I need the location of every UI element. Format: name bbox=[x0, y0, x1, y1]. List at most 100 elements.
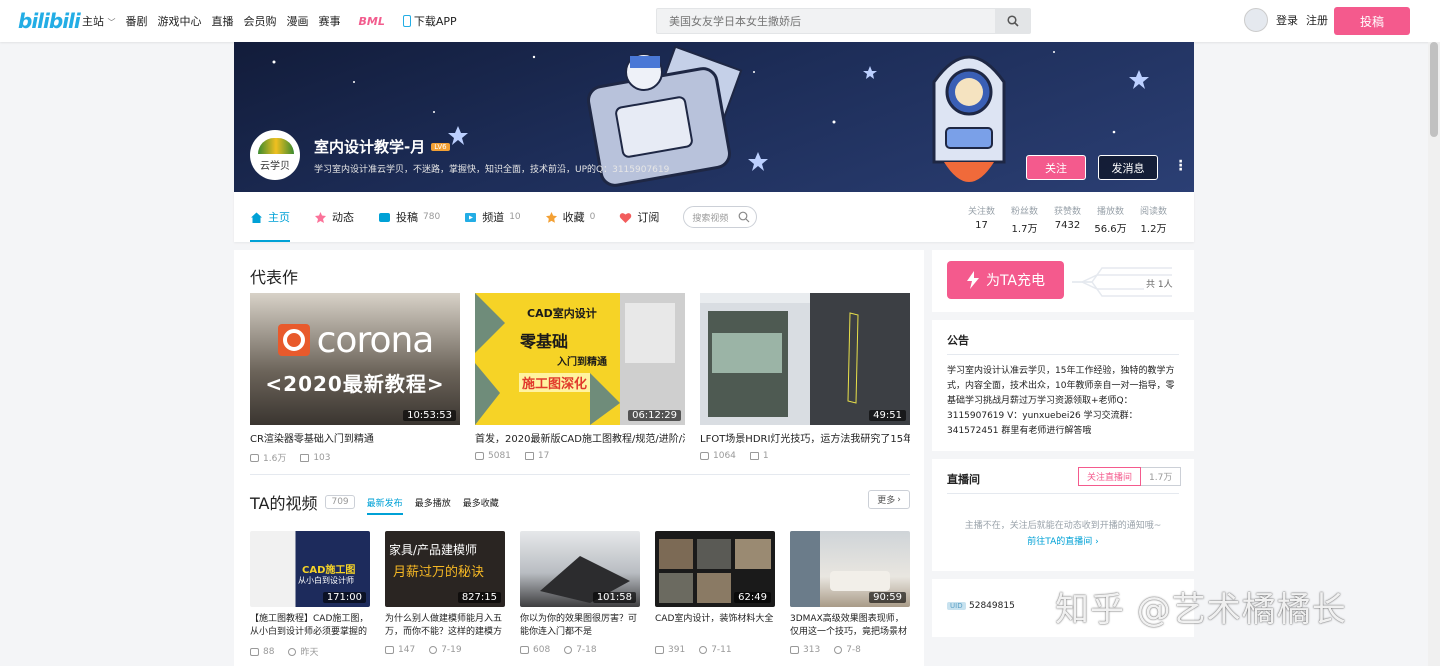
stat-likes: 获赞数 7432 bbox=[1053, 207, 1081, 231]
nav-item-manga[interactable]: 漫画 bbox=[287, 13, 309, 29]
clock-icon bbox=[429, 646, 438, 654]
featured-video-card[interactable]: CAD室内设计 零基础 入门到精通 施工图深化 06:12:29 首发，2020… bbox=[475, 293, 685, 461]
search-icon bbox=[1006, 15, 1019, 27]
tab-home[interactable]: 主页 bbox=[250, 192, 290, 242]
charge-button[interactable]: 为TA充电 bbox=[947, 261, 1064, 299]
search-box bbox=[656, 8, 1031, 34]
more-options-icon[interactable]: · · · bbox=[1178, 155, 1183, 177]
up-signature: 学习室内设计准云学贝，不迷路，掌握快，知识全面，技术前沿，UP的Q：311590… bbox=[314, 165, 670, 175]
search-button[interactable] bbox=[995, 9, 1030, 33]
video-thumbnail[interactable]: CAD施工图 从小白到设计师 171:00 bbox=[250, 531, 370, 607]
nav-item-live[interactable]: 直播 bbox=[212, 13, 234, 29]
up-avatar[interactable]: 云学贝 bbox=[250, 130, 300, 180]
video-card[interactable]: 101:58 你以为你的效果图很厉害？可能你连入门都不是 608 7-18 bbox=[520, 531, 640, 655]
video-title[interactable]: 你以为你的效果图很厉害？可能你连入门都不是 bbox=[520, 613, 640, 639]
live-panel: 直播间 关注直播间 1.7万 主播不在，关注后就能在动态收到开播的通知哦~ 前往… bbox=[932, 459, 1194, 571]
up-name-text: 室内设计教学-月 bbox=[314, 138, 426, 156]
video-thumbnail[interactable]: 101:58 bbox=[520, 531, 640, 607]
uid-value: 52849815 bbox=[969, 601, 1015, 611]
tab-subscriptions[interactable]: 订阅 bbox=[619, 192, 659, 242]
level-badge: LV6 bbox=[431, 142, 450, 151]
video-card[interactable]: CAD施工图 从小白到设计师 171:00 【施工图教程】CAD施工图，从小白到… bbox=[250, 531, 370, 658]
nav-item-anime[interactable]: 番剧 bbox=[126, 13, 148, 29]
tab-dynamic[interactable]: 动态 bbox=[314, 192, 354, 242]
video-thumbnail[interactable]: corona <2020最新教程> 10:53:53 bbox=[250, 293, 460, 425]
video-thumbnail[interactable]: CAD室内设计 零基础 入门到精通 施工图深化 06:12:29 bbox=[475, 293, 685, 425]
video-title[interactable]: CR渲染器零基础入门到精通 bbox=[250, 430, 460, 445]
video-title[interactable]: 为什么别人做建模师能月入五万，而你不能？这样的建模方 bbox=[385, 613, 505, 639]
message-button[interactable]: 发消息 bbox=[1098, 155, 1158, 180]
featured-video-card[interactable]: 49:51 LFOT场景HDRI灯光技巧，运方法我研究了15年 1064 1 bbox=[700, 293, 910, 461]
play-icon bbox=[700, 452, 709, 460]
user-area: 登录 注册 bbox=[1244, 8, 1328, 32]
zhihu-watermark: 知乎 @艺术橘橘长 bbox=[1055, 590, 1347, 630]
nav-item-esports[interactable]: 赛事 bbox=[319, 13, 341, 29]
play-count: 147 bbox=[385, 645, 415, 655]
search-icon bbox=[738, 211, 750, 223]
clock-icon bbox=[564, 646, 573, 654]
video-title[interactable]: 首发，2020最新版CAD施工图教程/规范/进阶/深化/ bbox=[475, 430, 685, 445]
scrollbar-thumb[interactable] bbox=[1430, 42, 1438, 137]
section-divider bbox=[250, 474, 910, 475]
nav-item-mall[interactable]: 会员购 bbox=[244, 13, 277, 29]
video-title[interactable]: CAD室内设计，装饰材料大全 bbox=[655, 613, 775, 639]
follow-button[interactable]: 关注 bbox=[1026, 155, 1086, 180]
video-card[interactable]: 90:59 3DMAX高级效果图表现师，仅用这一个技巧，竟把场景材 313 7-… bbox=[790, 531, 910, 655]
user-avatar[interactable] bbox=[1244, 8, 1268, 32]
star-icon bbox=[545, 211, 557, 223]
scrollbar[interactable] bbox=[1428, 42, 1440, 666]
video-title[interactable]: 3DMAX高级效果图表现师，仅用这一个技巧，竟把场景材 bbox=[790, 613, 910, 639]
play-count: 5081 bbox=[475, 451, 511, 461]
video-card[interactable]: 家具/产品建模师 月薪过万的秘诀 827:15 为什么别人做建模师能月入五万，而… bbox=[385, 531, 505, 655]
go-live-room-link[interactable]: 前往TA的直播间 › bbox=[932, 534, 1194, 547]
duration-badge: 62:49 bbox=[734, 592, 771, 603]
video-thumbnail[interactable]: 90:59 bbox=[790, 531, 910, 607]
stat-following[interactable]: 关注数 17 bbox=[960, 204, 1003, 235]
follow-live-button[interactable]: 关注直播间 bbox=[1078, 467, 1142, 486]
nav-item-bml[interactable]: BML bbox=[359, 15, 385, 28]
stat-reads: 阅读数 1.2万 bbox=[1139, 207, 1167, 235]
notice-title: 公告 bbox=[947, 334, 969, 347]
tab-favorites[interactable]: 收藏 0 bbox=[545, 192, 595, 242]
featured-video-card[interactable]: corona <2020最新教程> 10:53:53 CR渲染器零基础入门到精通… bbox=[250, 293, 460, 464]
bilibili-logo[interactable]: bilibili bbox=[18, 9, 81, 33]
nav-item-download-app[interactable]: 下载APP bbox=[402, 13, 457, 29]
video-search-input[interactable]: 搜索视频 bbox=[683, 206, 758, 228]
up-name: 室内设计教学-月 LV6 bbox=[314, 136, 450, 157]
nav-item-main[interactable]: 主站 ﹀ bbox=[82, 13, 116, 29]
live-title: 直播间 bbox=[947, 473, 980, 486]
duration-badge: 10:53:53 bbox=[403, 410, 456, 421]
play-icon bbox=[250, 647, 259, 656]
video-title[interactable]: LFOT场景HDRI灯光技巧，运方法我研究了15年 bbox=[700, 430, 910, 445]
tab-uploads[interactable]: 投稿 780 bbox=[378, 192, 440, 242]
nav-item-games[interactable]: 游戏中心 bbox=[158, 13, 202, 29]
video-card[interactable]: 62:49 CAD室内设计，装饰材料大全 391 7-11 bbox=[655, 531, 775, 655]
play-icon bbox=[655, 646, 664, 654]
top-navbar: bilibili 主站 ﹀ 番剧 游戏中心 直播 会员购 漫画 赛事 BML 下… bbox=[0, 0, 1440, 42]
more-videos-button[interactable]: 更多 › bbox=[868, 490, 910, 509]
featured-title: 代表作 bbox=[250, 268, 299, 287]
upload-button[interactable]: 投稿 bbox=[1334, 7, 1410, 35]
sort-most-favorited[interactable]: 最多收藏 bbox=[463, 496, 499, 509]
video-thumbnail[interactable]: 49:51 bbox=[700, 293, 910, 425]
stat-fans[interactable]: 粉丝数 1.7万 bbox=[1003, 204, 1046, 235]
tab-channels[interactable]: 频道 10 bbox=[464, 192, 521, 242]
duration-badge: 49:51 bbox=[869, 410, 906, 421]
sort-latest[interactable]: 最新发布 bbox=[366, 496, 403, 515]
video-thumbnail[interactable]: 62:49 bbox=[655, 531, 775, 607]
chevron-right-icon: › bbox=[1095, 537, 1099, 547]
phone-icon bbox=[402, 15, 411, 27]
search-input[interactable] bbox=[657, 9, 997, 33]
register-link[interactable]: 注册 bbox=[1306, 12, 1328, 28]
login-link[interactable]: 登录 bbox=[1276, 12, 1298, 28]
video-thumbnail[interactable]: 家具/产品建模师 月薪过万的秘诀 827:15 bbox=[385, 531, 505, 607]
play-icon bbox=[790, 646, 799, 654]
play-count: 88 bbox=[250, 645, 274, 658]
sort-most-played[interactable]: 最多播放 bbox=[415, 496, 451, 509]
video-title[interactable]: 【施工图教程】CAD施工图，从小白到设计师必须要掌握的 bbox=[250, 613, 370, 639]
charge-total: 共 1人 bbox=[1144, 277, 1175, 290]
home-icon bbox=[251, 212, 262, 223]
live-status: 主播不在，关注后就能在动态收到开播的通知哦~ bbox=[964, 521, 1162, 531]
play-icon bbox=[520, 646, 529, 654]
videos-count: 709 bbox=[325, 495, 355, 509]
